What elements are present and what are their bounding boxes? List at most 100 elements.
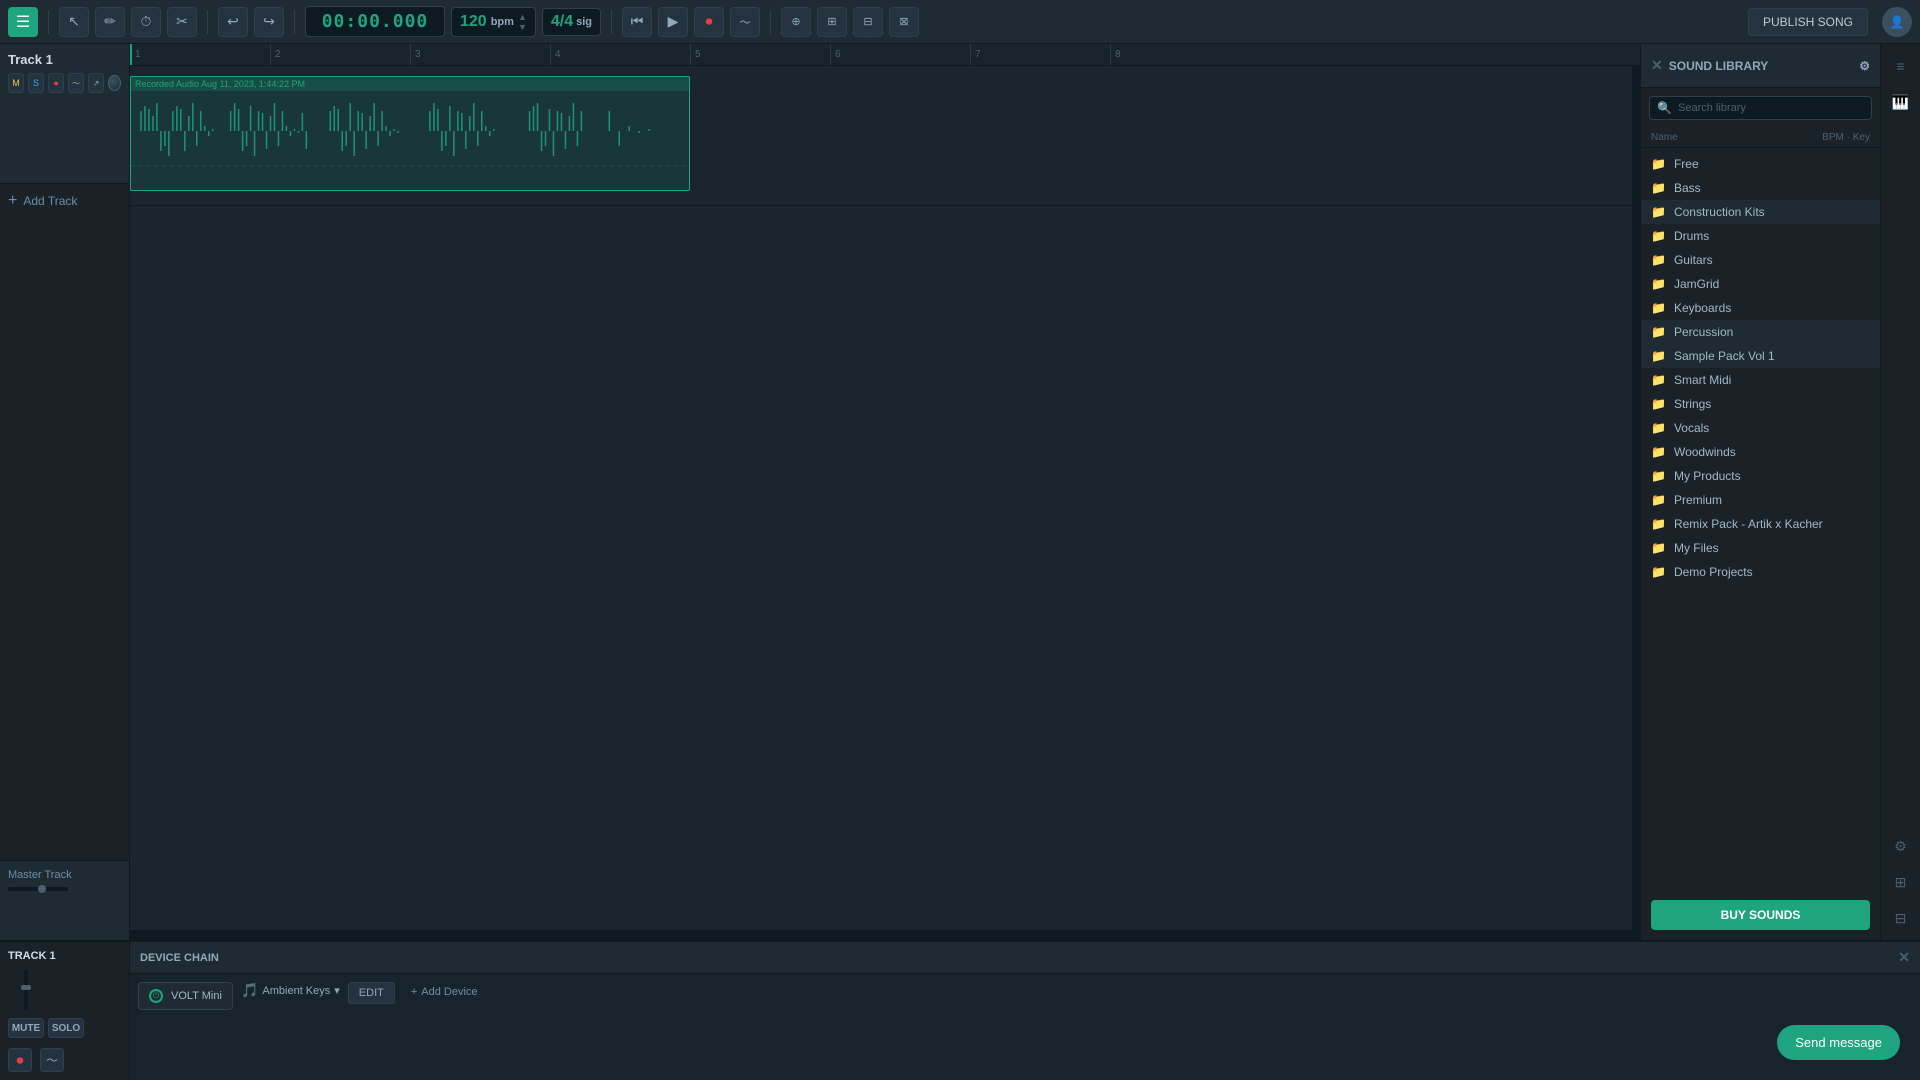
library-item-my-files[interactable]: 📁 My Files xyxy=(1641,536,1880,560)
library-search-input[interactable] xyxy=(1649,96,1872,120)
transport-time-display[interactable]: 00:00.000 xyxy=(305,6,445,37)
track1-auto-btn[interactable]: ↗ xyxy=(88,73,104,93)
ruler-mark-4: 4 xyxy=(550,44,561,65)
library-item-free[interactable]: 📁 Free xyxy=(1641,152,1880,176)
buy-sounds-button[interactable]: BUY SOUNDS xyxy=(1651,900,1870,930)
publish-song-button[interactable]: PUBLISH SONG xyxy=(1748,8,1868,36)
device-preset-area[interactable]: 🎵 Ambient Keys ▾ xyxy=(241,982,340,999)
record-btn[interactable]: ⏺ xyxy=(694,7,724,37)
audio-clip-1[interactable]: Recorded Audio Aug 11, 2023, 1:44:22 PM xyxy=(130,76,690,191)
add-device-button[interactable]: + Add Device xyxy=(403,982,486,1002)
bottom-panel: TRACK 1 MUTE SOLO ⏺ 〜 DEVICE CHAIN ✕ ⏻ V… xyxy=(0,940,1920,1080)
time-sig-display[interactable]: 4/4 sig xyxy=(542,8,601,36)
play-btn[interactable]: ▶ xyxy=(658,7,688,37)
library-item-smart-midi[interactable]: 📁 Smart Midi xyxy=(1641,368,1880,392)
piano-icon-btn[interactable]: 🎹 xyxy=(1887,88,1915,116)
grid-icon-a-btn[interactable]: ⊞ xyxy=(1887,868,1915,896)
main-content: Track 1 M S ● 〜 ↗ + Add Track Master Tra… xyxy=(0,44,1920,940)
device-power-btn[interactable]: ⏻ xyxy=(149,989,163,1003)
grid-icon-b-btn[interactable]: ⊟ xyxy=(1887,904,1915,932)
send-message-button[interactable]: Send message xyxy=(1777,1025,1900,1060)
settings-icon-btn[interactable]: ⚙ xyxy=(1887,832,1915,860)
add-device-label: Add Device xyxy=(421,986,477,998)
library-item-sample-pack[interactable]: 📁 Sample Pack Vol 1 xyxy=(1641,344,1880,368)
mute-button[interactable]: MUTE xyxy=(8,1018,44,1038)
library-item-jamgrid[interactable]: 📁 JamGrid xyxy=(1641,272,1880,296)
user-avatar[interactable]: 👤 xyxy=(1882,7,1912,37)
track1-mute-btn[interactable]: M xyxy=(8,73,24,93)
library-item-keyboards[interactable]: 📁 Keyboards xyxy=(1641,296,1880,320)
folder-icon: 📁 xyxy=(1651,277,1666,291)
master-track-label: Master Track xyxy=(8,869,121,881)
go-start-btn[interactable]: ⏮ xyxy=(622,7,652,37)
library-close-icon[interactable]: ✕ xyxy=(1651,57,1663,74)
folder-icon: 📁 xyxy=(1651,445,1666,459)
tool-a[interactable]: ⊕ xyxy=(781,7,811,37)
tool-c[interactable]: ⊟ xyxy=(853,7,883,37)
clock-tool[interactable]: ⏱ xyxy=(131,7,161,37)
library-item-guitars[interactable]: 📁 Guitars xyxy=(1641,248,1880,272)
timeline-scrollbar[interactable] xyxy=(130,930,1640,940)
folder-icon: 📁 xyxy=(1651,229,1666,243)
library-item-bass[interactable]: 📁 Bass xyxy=(1641,176,1880,200)
library-item-premium[interactable]: 📁 Premium xyxy=(1641,488,1880,512)
library-title: SOUND LIBRARY xyxy=(1669,59,1769,73)
toolbar-divider-1 xyxy=(48,10,49,34)
clip-label: Recorded Audio Aug 11, 2023, 1:44:22 PM xyxy=(131,77,689,91)
bottom-eq-btn[interactable]: 〜 xyxy=(40,1048,64,1072)
device-item-volt[interactable]: ⏻ VOLT Mini xyxy=(138,982,233,1010)
library-settings-icon[interactable]: ⚙ xyxy=(1859,59,1870,73)
library-item-vocals[interactable]: 📁 Vocals xyxy=(1641,416,1880,440)
pencil-tool[interactable]: ✏ xyxy=(95,7,125,37)
select-tool[interactable]: ↖ xyxy=(59,7,89,37)
bottom-rec-btn[interactable]: ⏺ xyxy=(8,1048,32,1072)
device-chain-header: DEVICE CHAIN ✕ xyxy=(130,942,1920,974)
library-item-woodwinds[interactable]: 📁 Woodwinds xyxy=(1641,440,1880,464)
timeline-ruler[interactable]: 1 2 3 4 5 6 7 8 xyxy=(130,44,1640,66)
folder-icon: 📁 xyxy=(1651,469,1666,483)
track1-lane[interactable]: Recorded Audio Aug 11, 2023, 1:44:22 PM xyxy=(130,66,1632,206)
toolbar-divider-3 xyxy=(294,10,295,34)
add-track-button[interactable]: + Add Track xyxy=(0,184,129,218)
preset-name: Ambient Keys xyxy=(262,985,330,997)
toolbar-divider-4 xyxy=(611,10,612,34)
playhead-indicator xyxy=(130,44,132,65)
folder-icon: 📁 xyxy=(1651,205,1666,219)
power-icon: ⏻ xyxy=(153,991,159,1001)
library-item-remix-pack[interactable]: 📁 Remix Pack - Artik x Kacher xyxy=(1641,512,1880,536)
device-edit-button[interactable]: EDIT xyxy=(348,982,395,1004)
preset-dropdown-icon[interactable]: ▾ xyxy=(334,984,340,997)
folder-icon: 📁 xyxy=(1651,157,1666,171)
library-item-percussion[interactable]: 📁 Percussion xyxy=(1641,320,1880,344)
arrangement-area: 1 2 3 4 5 6 7 8 Recorded Audio Aug 11, 2… xyxy=(130,44,1640,940)
redo-btn[interactable]: ↪ xyxy=(254,7,284,37)
device-chain-title: DEVICE CHAIN xyxy=(140,952,219,964)
library-item-my-products[interactable]: 📁 My Products xyxy=(1641,464,1880,488)
cut-tool[interactable]: ✂ xyxy=(167,7,197,37)
bottom-track-name: TRACK 1 xyxy=(8,950,121,962)
library-item-demo-projects[interactable]: 📁 Demo Projects xyxy=(1641,560,1880,584)
waveform-display xyxy=(131,91,689,171)
undo-btn[interactable]: ↩ xyxy=(218,7,248,37)
track1-eq-btn[interactable]: 〜 xyxy=(68,73,84,93)
loop-btn[interactable]: 〜 xyxy=(730,7,760,37)
vertical-scrollbar[interactable] xyxy=(1632,66,1640,930)
menu-button[interactable]: ☰ xyxy=(8,7,38,37)
device-chain-body: ⏻ VOLT Mini 🎵 Ambient Keys ▾ EDIT + Add … xyxy=(130,974,1920,1080)
tracks-area[interactable]: Recorded Audio Aug 11, 2023, 1:44:22 PM xyxy=(130,66,1632,930)
track1-volume-knob[interactable] xyxy=(108,75,121,91)
library-item-drums[interactable]: 📁 Drums xyxy=(1641,224,1880,248)
device-chain-close-btn[interactable]: ✕ xyxy=(1898,949,1910,966)
ruler-mark-2: 2 xyxy=(270,44,281,65)
track1-solo-btn[interactable]: S xyxy=(28,73,44,93)
solo-button[interactable]: SOLO xyxy=(48,1018,84,1038)
track1-controls: M S ● 〜 ↗ xyxy=(8,73,121,93)
library-item-strings[interactable]: 📁 Strings xyxy=(1641,392,1880,416)
tool-b[interactable]: ⊞ xyxy=(817,7,847,37)
track1-rec-btn[interactable]: ● xyxy=(48,73,64,93)
library-item-construction-kits[interactable]: 📁 Construction Kits xyxy=(1641,200,1880,224)
bpm-display[interactable]: 120 bpm ▲▼ xyxy=(451,7,536,37)
tool-d[interactable]: ⊠ xyxy=(889,7,919,37)
tracks-scroll-container: Recorded Audio Aug 11, 2023, 1:44:22 PM xyxy=(130,66,1640,930)
mixer-icon-btn[interactable]: ≡ xyxy=(1887,52,1915,80)
